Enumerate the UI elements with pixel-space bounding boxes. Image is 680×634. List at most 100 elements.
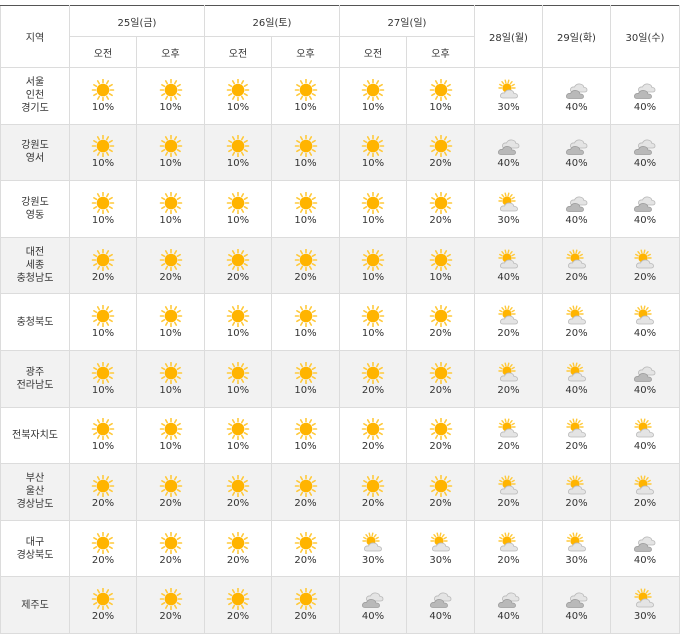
forecast-cell: 20% — [406, 463, 475, 521]
forecast-cell: 10% — [69, 180, 137, 238]
precipitation-probability: 20% — [429, 158, 452, 170]
precipitation-probability: 20% — [497, 554, 520, 566]
precipitation-probability: 10% — [294, 101, 317, 113]
precipitation-probability: 20% — [633, 497, 657, 509]
precipitation-probability: 10% — [226, 328, 250, 340]
forecast-cell: 10% — [69, 349, 137, 408]
forecast-cell: 10% — [136, 67, 205, 125]
forecast-cell: 10% — [339, 67, 407, 125]
sunny-icon — [291, 191, 321, 214]
region-name-line: 울산 — [25, 486, 45, 498]
precipitation-probability: 20% — [159, 611, 182, 623]
forecast-cell: 40% — [610, 406, 680, 465]
am-header: 오전 — [204, 36, 272, 68]
forecast-cell: 20% — [474, 463, 543, 521]
region-name: 부산 울산 경상남도 — [0, 463, 70, 521]
sunny-icon — [426, 474, 456, 497]
precipitation-probability: 10% — [429, 271, 452, 283]
sunny-icon — [426, 135, 456, 158]
sunny-icon — [223, 191, 253, 214]
precipitation-probability: 40% — [633, 441, 657, 453]
precipitation-probability: 40% — [565, 384, 588, 396]
region-name-line: 경상북도 — [16, 549, 54, 561]
forecast-cell: 10% — [136, 180, 205, 238]
region-name-line: 영서 — [25, 153, 45, 165]
forecast-cell: 20% — [136, 576, 205, 634]
forecast-cell: 10% — [271, 293, 340, 351]
precipitation-probability: 10% — [294, 441, 317, 453]
sunny-icon — [223, 248, 253, 271]
sunny-icon — [291, 305, 321, 328]
region-name: 강원도 영동 — [0, 180, 70, 238]
precipitation-probability: 10% — [361, 271, 385, 283]
forecast-cell: 10% — [69, 67, 137, 125]
precipitation-probability: 10% — [159, 328, 182, 340]
precipitation-probability: 40% — [565, 611, 588, 623]
precipitation-probability: 10% — [361, 328, 385, 340]
precipitation-probability: 10% — [361, 158, 385, 170]
precipitation-probability: 20% — [361, 384, 385, 396]
weekly-weather-table: 지역 25일(금) 26일(토) 27일(일) 28일(월) 29일(화) 30… — [0, 5, 680, 634]
forecast-cell: 20% — [69, 519, 137, 578]
region-name: 충청북도 — [0, 293, 70, 351]
forecast-cell: 20% — [69, 576, 137, 634]
partly-cloudy-icon — [630, 305, 660, 327]
partly-cloudy-icon — [562, 249, 592, 271]
sunny-icon — [156, 78, 186, 101]
forecast-cell: 10% — [406, 67, 475, 125]
precipitation-probability: 20% — [429, 441, 452, 453]
precipitation-probability: 40% — [565, 158, 588, 170]
cloudy-icon — [562, 192, 592, 214]
forecast-cell: 20% — [204, 519, 272, 578]
precipitation-probability: 30% — [633, 611, 657, 623]
precipitation-probability: 10% — [226, 214, 250, 226]
precipitation-probability: 20% — [159, 497, 182, 509]
forecast-cell: 20% — [339, 463, 407, 521]
precipitation-probability: 40% — [633, 384, 657, 396]
forecast-cell: 20% — [474, 519, 543, 578]
sunny-icon — [291, 135, 321, 158]
precipitation-probability: 20% — [91, 497, 115, 509]
forecast-cell: 20% — [271, 236, 340, 295]
table-row: 서울 인천 경기도 10% 10% 10% 10% 10% 10% 30% 40% 40% — [0, 67, 680, 125]
precipitation-probability: 10% — [294, 384, 317, 396]
precipitation-probability: 20% — [497, 441, 520, 453]
precipitation-probability: 20% — [91, 271, 115, 283]
forecast-cell: 10% — [406, 236, 475, 295]
forecast-cell: 40% — [610, 67, 680, 125]
precipitation-probability: 40% — [497, 611, 520, 623]
forecast-cell: 10% — [339, 236, 407, 295]
forecast-cell: 20% — [204, 576, 272, 634]
precipitation-probability: 20% — [226, 554, 250, 566]
precipitation-probability: 40% — [633, 554, 657, 566]
cloudy-icon — [630, 192, 660, 214]
sunny-icon — [88, 135, 118, 158]
forecast-cell: 10% — [204, 180, 272, 238]
precipitation-probability: 10% — [91, 101, 115, 113]
table-row: 제주도 20% 20% 20% 20% 40% 40% 40% 40% 30% — [0, 576, 680, 634]
sunny-icon — [88, 588, 118, 611]
table-row: 대구 경상북도 20% 20% 20% 20% 30% 30% 20% 30% 40% — [0, 519, 680, 578]
forecast-cell: 20% — [339, 406, 407, 465]
region-header: 지역 — [0, 5, 70, 68]
forecast-cell: 20% — [474, 349, 543, 408]
partly-cloudy-icon — [494, 362, 524, 384]
sunny-icon — [88, 78, 118, 101]
precipitation-probability: 20% — [294, 271, 317, 283]
forecast-cell: 10% — [204, 293, 272, 351]
precipitation-probability: 20% — [565, 271, 588, 283]
sunny-icon — [291, 418, 321, 441]
sunny-icon — [223, 474, 253, 497]
precipitation-probability: 20% — [497, 384, 520, 396]
forecast-cell: 20% — [542, 463, 611, 521]
sunny-icon — [291, 78, 321, 101]
precipitation-probability: 20% — [226, 611, 250, 623]
region-name-line: 강원도 — [21, 196, 49, 208]
day-header-27: 27일(일) — [339, 5, 475, 37]
forecast-cell: 30% — [339, 519, 407, 578]
partly-cloudy-icon — [562, 362, 592, 384]
precipitation-probability: 10% — [159, 214, 182, 226]
region-name: 대전 세종 충청남도 — [0, 236, 70, 295]
forecast-cell: 10% — [204, 67, 272, 125]
sunny-icon — [223, 531, 253, 554]
